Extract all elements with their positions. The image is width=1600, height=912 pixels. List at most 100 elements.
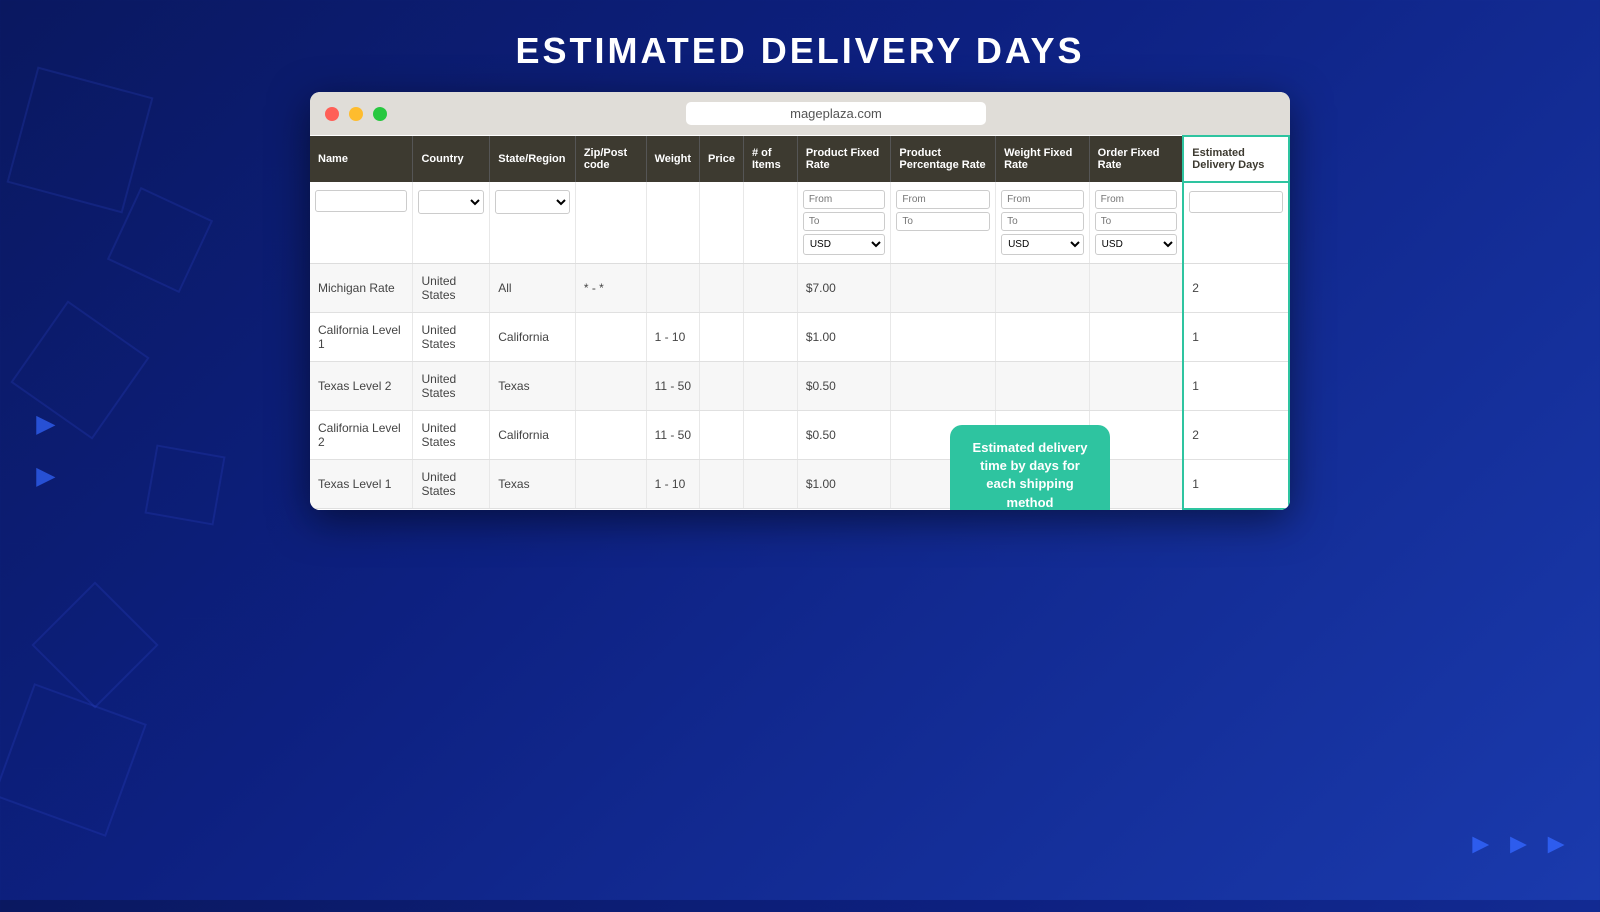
cell-name: Texas Level 1 (310, 460, 413, 509)
cell-zip (575, 411, 646, 460)
order-fixed-from-input[interactable] (1095, 190, 1178, 209)
order-fixed-currency-select[interactable]: USD (1095, 234, 1178, 255)
arrow-right-icon: ► (1467, 828, 1495, 860)
col-header-product-percentage-rate: Product Percentage Rate (891, 136, 996, 182)
cell-state: California (490, 313, 576, 362)
cell-zip: * - * (575, 264, 646, 313)
cell-num-items (743, 362, 797, 411)
cell-price (700, 411, 744, 460)
name-filter-input[interactable] (315, 190, 407, 212)
cell-zip (575, 313, 646, 362)
table-row: California Level 2 United States Califor… (310, 411, 1289, 460)
product-fixed-from-input[interactable] (803, 190, 886, 209)
table-container: Name Country State/Region Zip/Post code (310, 135, 1290, 510)
arrow-right-icon: ► (30, 458, 62, 495)
product-fixed-to-input[interactable] (803, 212, 886, 231)
table-row: California Level 1 United States Califor… (310, 313, 1289, 362)
col-header-country: Country (413, 136, 490, 182)
cell-country: United States (413, 313, 490, 362)
state-filter-select[interactable]: All California Texas (495, 190, 570, 214)
cell-estimated-delivery-days: 1 (1183, 460, 1289, 509)
table-row: Texas Level 1 United States Texas 1 - 10… (310, 460, 1289, 509)
cell-product-fixed-rate: $1.00 (797, 460, 891, 509)
cell-weight: 1 - 10 (646, 460, 699, 509)
product-pct-to-input[interactable] (896, 212, 990, 231)
product-fixed-currency-select[interactable]: USD (803, 234, 886, 255)
product-pct-from-input[interactable] (896, 190, 990, 209)
cell-product-fixed-rate: $7.00 (797, 264, 891, 313)
cell-price (700, 362, 744, 411)
filter-weight-fixed-rate: USD (996, 182, 1090, 264)
hex-deco (0, 683, 147, 837)
cell-product-fixed-rate: $0.50 (797, 362, 891, 411)
cell-estimated-delivery-days: 1 (1183, 362, 1289, 411)
cell-weight: 11 - 50 (646, 362, 699, 411)
cell-state: All (490, 264, 576, 313)
filter-estimated-delivery-days (1183, 182, 1289, 264)
cell-weight: 11 - 50 (646, 411, 699, 460)
cell-weight: 1 - 10 (646, 313, 699, 362)
cell-product-pct-rate (891, 362, 996, 411)
filter-row: United States All California Texas (310, 182, 1289, 264)
cell-order-fixed-rate (1089, 264, 1183, 313)
hex-deco (107, 187, 213, 293)
cell-estimated-delivery-days: 1 (1183, 313, 1289, 362)
weight-fixed-from-input[interactable] (1001, 190, 1084, 209)
cell-zip (575, 362, 646, 411)
delivery-days-filter-input[interactable] (1189, 191, 1283, 213)
order-fixed-to-input[interactable] (1095, 212, 1178, 231)
arrow-right-icon: ► (1505, 828, 1533, 860)
arrow-right-icon: ► (30, 406, 62, 443)
window-maximize-button[interactable] (373, 107, 387, 121)
cell-order-fixed-rate (1089, 362, 1183, 411)
cell-state: Texas (490, 460, 576, 509)
cell-num-items (743, 460, 797, 509)
page-title: ESTIMATED DELIVERY DAYS (0, 0, 1600, 92)
cell-price (700, 460, 744, 509)
cell-product-fixed-rate: $1.00 (797, 313, 891, 362)
left-arrows: ► ► (30, 406, 62, 495)
cell-product-fixed-rate: $0.50 (797, 411, 891, 460)
weight-fixed-to-input[interactable] (1001, 212, 1084, 231)
cell-country: United States (413, 264, 490, 313)
tooltip-bubble: Estimated delivery time by days for each… (950, 425, 1110, 510)
col-header-num-items: # of Items (743, 136, 797, 182)
cell-num-items (743, 411, 797, 460)
cell-estimated-delivery-days: 2 (1183, 264, 1289, 313)
table-wrapper: Estimated delivery time by days for each… (310, 135, 1290, 510)
filter-country: United States (413, 182, 490, 264)
cell-price (700, 313, 744, 362)
col-header-weight-fixed-rate: Weight Fixed Rate (996, 136, 1090, 182)
cell-price (700, 264, 744, 313)
window-minimize-button[interactable] (349, 107, 363, 121)
cell-product-pct-rate (891, 264, 996, 313)
table-row: Texas Level 2 United States Texas 11 - 5… (310, 362, 1289, 411)
col-header-estimated-delivery-days: Estimated Delivery Days (1183, 136, 1289, 182)
country-filter-select[interactable]: United States (418, 190, 484, 214)
cell-weight-fixed-rate (996, 313, 1090, 362)
url-bar[interactable]: mageplaza.com (686, 102, 986, 125)
cell-state: Texas (490, 362, 576, 411)
cell-weight-fixed-rate (996, 362, 1090, 411)
filter-name (310, 182, 413, 264)
cell-num-items (743, 313, 797, 362)
filter-zip (575, 182, 646, 264)
shipping-rates-table: Name Country State/Region Zip/Post code (310, 135, 1290, 510)
col-header-product-fixed-rate: Product Fixed Rate (797, 136, 891, 182)
cell-country: United States (413, 362, 490, 411)
weight-fixed-currency-select[interactable]: USD (1001, 234, 1084, 255)
hex-deco (31, 581, 158, 708)
browser-titlebar: mageplaza.com (310, 92, 1290, 135)
table-header-row: Name Country State/Region Zip/Post code (310, 136, 1289, 182)
hex-deco (144, 444, 225, 525)
filter-price (700, 182, 744, 264)
col-header-zip: Zip/Post code (575, 136, 646, 182)
cell-zip (575, 460, 646, 509)
cell-state: California (490, 411, 576, 460)
cell-name: California Level 2 (310, 411, 413, 460)
cell-name: California Level 1 (310, 313, 413, 362)
window-close-button[interactable] (325, 107, 339, 121)
cell-weight (646, 264, 699, 313)
col-header-price: Price (700, 136, 744, 182)
filter-weight (646, 182, 699, 264)
